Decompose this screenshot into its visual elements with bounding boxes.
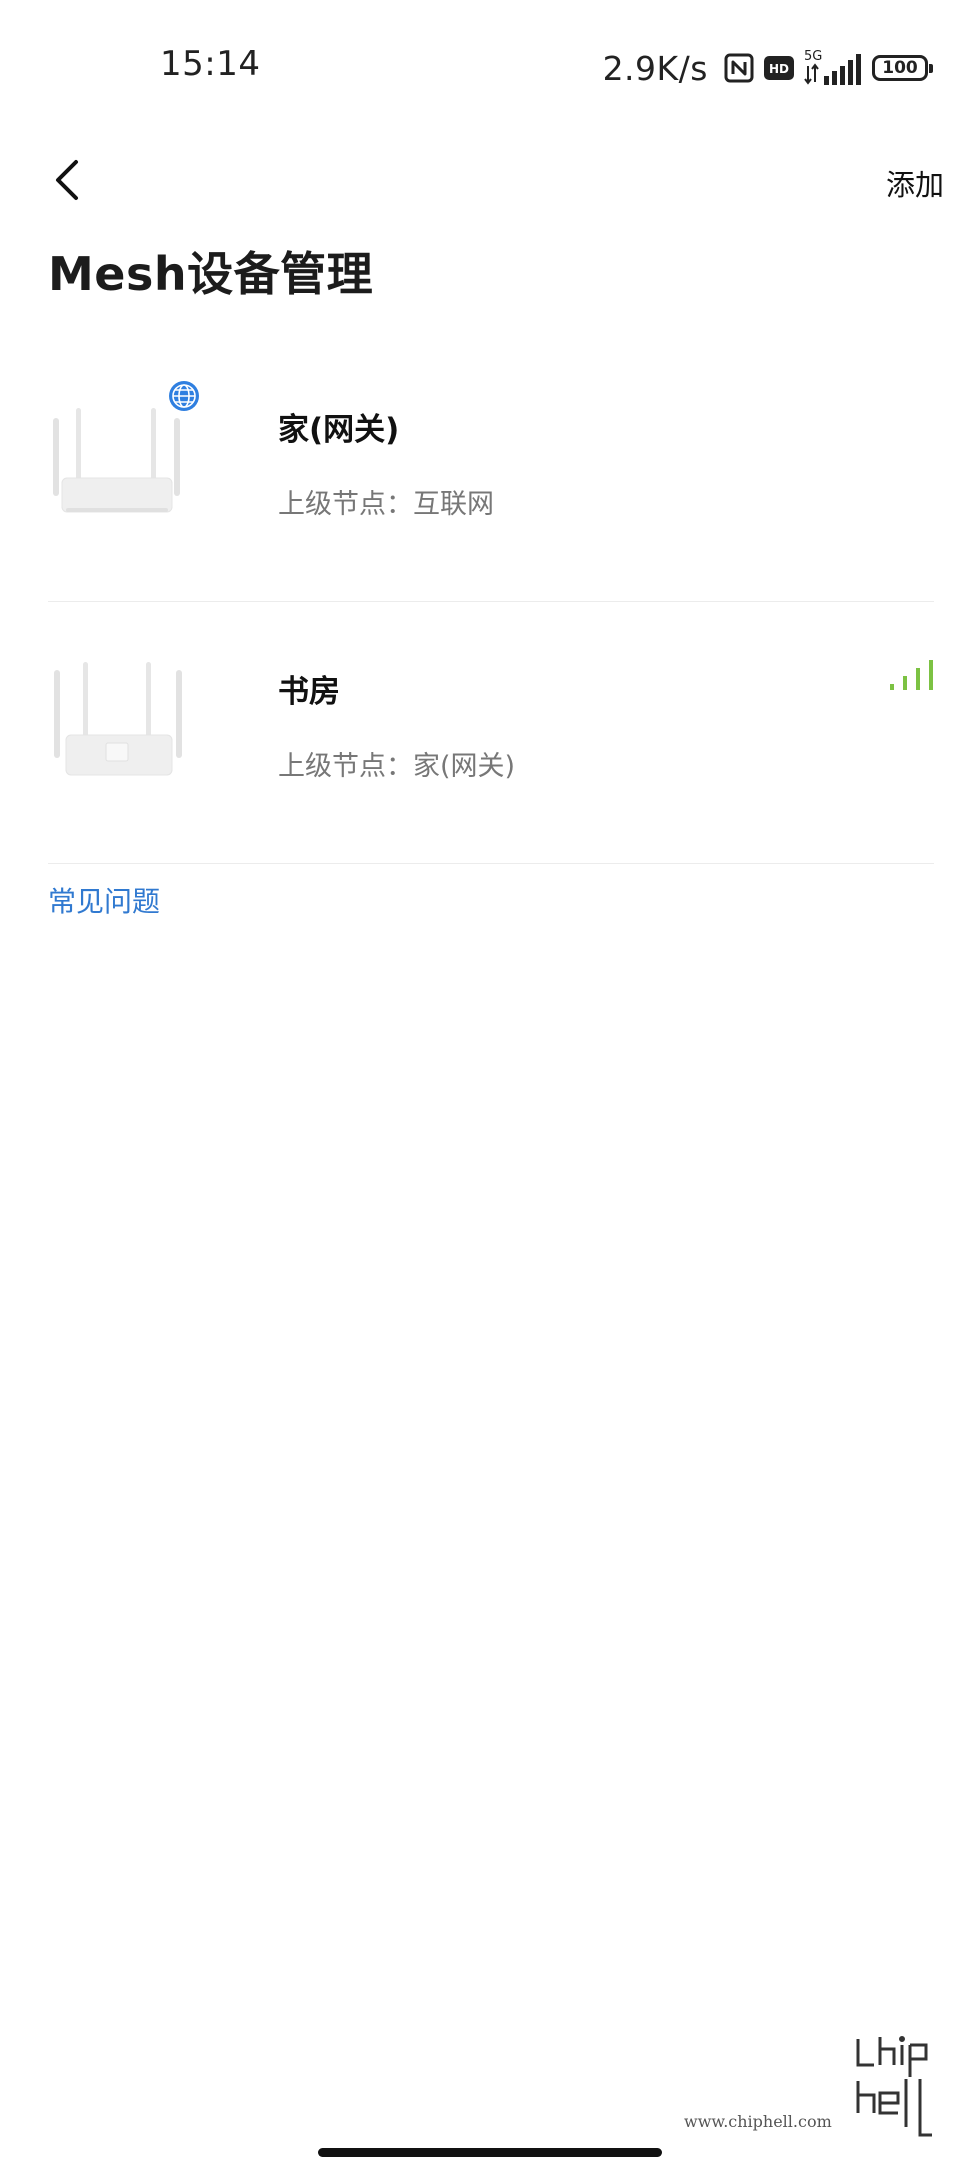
device-list: 家(网关) 上级节点：互联网 书房 上级节点：家(网关) [48,340,934,864]
back-button[interactable] [42,150,92,210]
status-time: 15:14 [160,44,261,84]
hd-icon: HD [764,56,794,80]
chevron-left-icon [56,160,78,200]
add-button[interactable]: 添加 [886,162,944,204]
chiphell-logo [856,2036,932,2137]
globe-icon [169,381,199,411]
device-name: 书房 [278,674,340,710]
watermark: www.chiphell.com [684,2031,944,2141]
page-title: Mesh设备管理 [48,247,374,301]
device-parent-node: 上级节点：家(网关) [278,751,516,782]
device-name: 家(网关) [278,412,400,448]
nfc-icon [724,53,754,83]
status-bar: 15:14 2.9K/s HD 5G 100 [0,0,980,130]
home-indicator[interactable] [318,2148,662,2157]
svg-text:5G: 5G [804,49,822,64]
device-item-gateway[interactable]: 家(网关) 上级节点：互联网 [48,340,934,602]
router-image [54,662,182,776]
signal-strength-icon [890,660,933,690]
watermark-url: www.chiphell.com [684,2112,832,2131]
device-parent-node: 上级节点：互联网 [278,489,494,520]
network-speed: 2.9K/s [602,48,708,88]
faq-link[interactable]: 常见问题 [48,880,160,920]
status-icons: 2.9K/s HD 5G 100 [602,48,933,88]
svg-text:HD: HD [769,62,789,76]
battery-icon: 100 [872,55,933,81]
signal-5g-icon: 5G [804,48,862,88]
device-item-study[interactable]: 书房 上级节点：家(网关) [48,602,934,864]
